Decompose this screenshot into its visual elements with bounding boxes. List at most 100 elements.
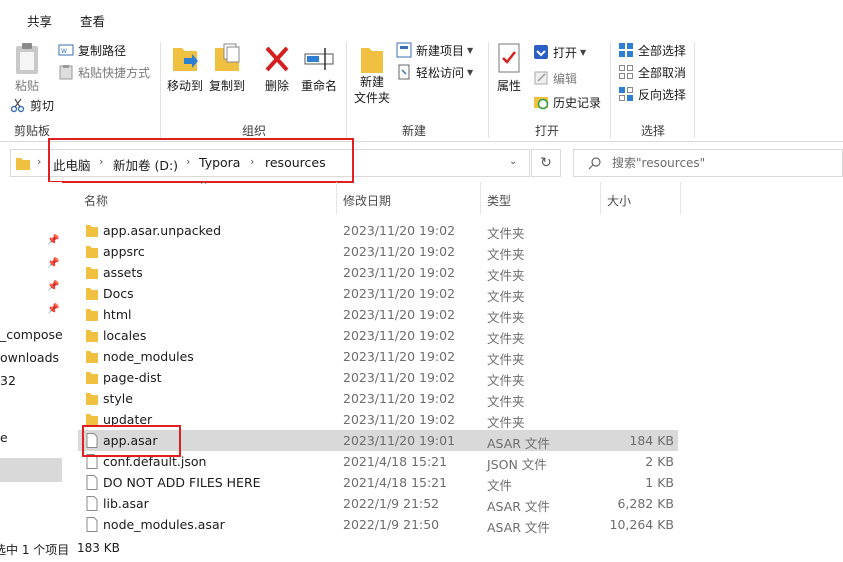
file-row[interactable]: locales 2023/11/20 19:02 文件夹: [78, 325, 678, 346]
tab-view[interactable]: 查看: [80, 11, 105, 30]
breadcrumb-typora[interactable]: Typora: [199, 155, 240, 170]
file-row[interactable]: node_modules 2023/11/20 19:02 文件夹: [78, 346, 678, 367]
move-to-label: 移动到: [166, 79, 203, 93]
paste-shortcut-button[interactable]: 粘贴快捷方式: [58, 62, 150, 82]
column-name-label: 名称: [84, 194, 109, 208]
file-row[interactable]: lib.asar 2022/1/9 21:52 ASAR 文件 6,282 KB: [78, 493, 678, 514]
nav-item[interactable]: e: [0, 430, 8, 445]
new-folder-button[interactable]: 新建 文件夹: [352, 42, 392, 106]
nav-item[interactable]: ownloads: [0, 350, 59, 365]
file-row[interactable]: node_modules.asar 2022/1/9 21:50 ASAR 文件 10…: [78, 514, 678, 535]
folder-icon: [86, 267, 98, 279]
file-row[interactable]: DO NOT ADD FILES HERE 2021/4/18 15:21 文件 1 …: [78, 472, 678, 493]
move-to-button[interactable]: 移动到: [166, 42, 204, 94]
file-date: 2023/11/20 19:01: [343, 433, 456, 448]
copy-path-button[interactable]: W 复制路径: [58, 40, 126, 60]
folder-icon: [86, 225, 98, 237]
file-date: 2023/11/20 19:02: [343, 349, 456, 364]
refresh-button[interactable]: ↻: [531, 149, 561, 177]
file-size: 6,282 KB: [617, 496, 674, 511]
file-date: 2023/11/20 19:02: [343, 370, 456, 385]
column-header-size[interactable]: 大小: [601, 182, 681, 214]
invert-selection-button[interactable]: 反向选择: [618, 84, 686, 104]
open-icon: [534, 45, 548, 59]
file-date: 2023/11/20 19:02: [343, 391, 456, 406]
file-row[interactable]: updater 2023/11/20 19:02 文件夹: [78, 409, 678, 430]
delete-button[interactable]: 删除: [262, 42, 292, 94]
folder-icon: [86, 309, 98, 321]
file-row[interactable]: conf.default.json 2021/4/18 15:21 JSON 文件 2…: [78, 451, 678, 472]
chevron-down-icon[interactable]: ⌄: [509, 156, 517, 167]
new-item-button[interactable]: 新建项目 ▼: [396, 40, 473, 60]
ribbon-tabs: 共享 查看: [0, 0, 843, 38]
select-none-button[interactable]: 全部取消: [618, 62, 686, 82]
folder-icon: [86, 372, 98, 384]
file-row[interactable]: Docs 2023/11/20 19:02 文件夹: [78, 283, 678, 304]
search-box[interactable]: [573, 149, 843, 177]
file-row[interactable]: assets 2023/11/20 19:02 文件夹: [78, 262, 678, 283]
file-icon: [86, 496, 98, 511]
column-header-date[interactable]: 修改日期: [337, 182, 481, 214]
paste-button[interactable]: 粘贴: [10, 42, 44, 94]
pin-icon[interactable]: 📌: [47, 258, 59, 269]
tab-share[interactable]: 共享: [27, 11, 52, 30]
copy-to-button[interactable]: 复制到: [208, 42, 246, 94]
search-input[interactable]: [612, 154, 832, 172]
file-type: 文件夹: [487, 226, 525, 241]
file-row[interactable]: app.asar.unpacked 2023/11/20 19:02 文件夹: [78, 220, 678, 241]
properties-button[interactable]: 属性: [494, 42, 524, 94]
cut-button[interactable]: 剪切: [10, 95, 54, 115]
nav-item[interactable]: 32: [0, 373, 16, 388]
folder-icon: [86, 330, 98, 342]
history-button[interactable]: 历史记录: [533, 92, 601, 112]
nav-item[interactable]: _compose: [0, 327, 62, 342]
file-size: 1 KB: [645, 475, 674, 490]
history-label: 历史记录: [553, 95, 602, 110]
easy-access-label: 轻松访问: [416, 65, 465, 80]
select-all-button[interactable]: 全部选择: [618, 40, 686, 60]
breadcrumb-this-pc[interactable]: 此电脑: [53, 155, 91, 174]
file-icon: [86, 433, 98, 448]
address-bar[interactable]: › 此电脑 › 新加卷 (D:) › Typora › resources ⌄: [10, 149, 530, 177]
file-name: assets: [103, 265, 143, 280]
pin-icon[interactable]: 📌: [47, 304, 59, 315]
pin-icon[interactable]: 📌: [47, 235, 59, 246]
pin-icon[interactable]: 📌: [47, 281, 59, 292]
open-button[interactable]: 打开 ▼: [533, 42, 586, 62]
file-date: 2023/11/20 19:02: [343, 328, 456, 343]
select-all-label: 全部选择: [638, 43, 687, 58]
file-name: node_modules.asar: [103, 517, 225, 532]
easy-access-button[interactable]: 轻松访问 ▼: [396, 62, 473, 82]
ribbon: 粘贴 W 复制路径 粘贴快捷方式 剪切 剪贴板 移动到 复制到 删除 重命名 组…: [0, 38, 843, 142]
breadcrumb-resources[interactable]: resources: [265, 155, 326, 170]
file-type: 文件: [487, 478, 513, 493]
breadcrumb-drive-d[interactable]: 新加卷 (D:): [113, 155, 178, 174]
file-date: 2023/11/20 19:02: [343, 244, 456, 259]
file-row[interactable]: app.asar 2023/11/20 19:01 ASAR 文件 184 KB: [78, 430, 678, 451]
file-date: 2023/11/20 19:02: [343, 286, 456, 301]
file-row[interactable]: appsrc 2023/11/20 19:02 文件夹: [78, 241, 678, 262]
scissors-icon: [10, 98, 25, 113]
file-name: updater: [103, 412, 153, 427]
file-name: locales: [103, 328, 147, 343]
invert-selection-icon: [619, 87, 633, 101]
file-date: 2021/4/18 15:21: [343, 475, 448, 490]
invert-selection-label: 反向选择: [638, 87, 687, 102]
nav-selected-item[interactable]: [0, 458, 62, 482]
delete-x-icon: [265, 46, 289, 72]
properties-label: 属性: [496, 79, 521, 93]
column-type-label: 类型: [487, 194, 512, 208]
delete-label: 删除: [264, 79, 289, 93]
edit-button[interactable]: 编辑: [533, 68, 577, 88]
file-type: 文件夹: [487, 247, 525, 262]
rename-button[interactable]: 重命名: [300, 42, 338, 94]
file-list: ^ 名称 修改日期 类型 大小 app.asar.unpacked 2023/11…: [78, 182, 843, 538]
column-header-type[interactable]: 类型: [481, 182, 601, 214]
file-name: conf.default.json: [103, 454, 207, 469]
clipboard-group-label: 剪贴板: [14, 124, 51, 138]
file-row[interactable]: style 2023/11/20 19:02 文件夹: [78, 388, 678, 409]
file-row[interactable]: page-dist 2023/11/20 19:02 文件夹: [78, 367, 678, 388]
new-item-label: 新建项目: [416, 43, 465, 58]
column-header-name[interactable]: 名称: [78, 182, 337, 214]
file-row[interactable]: html 2023/11/20 19:02 文件夹: [78, 304, 678, 325]
